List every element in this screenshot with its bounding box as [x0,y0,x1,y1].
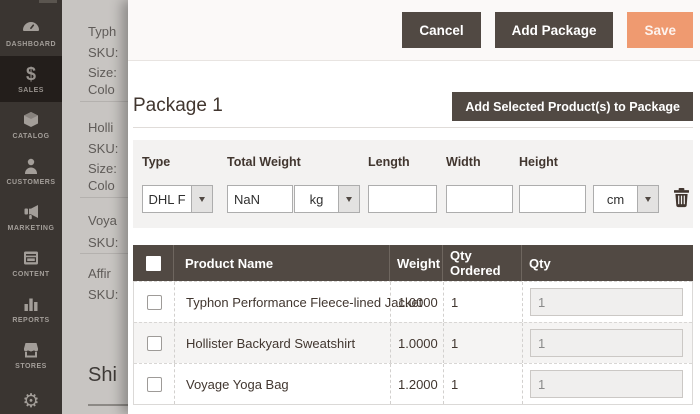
bg-sku-label: SKU: [88,45,119,60]
type-label: Type [142,155,171,169]
dimension-unit-select[interactable]: cm [593,185,659,213]
package-type-select[interactable]: DHL F [142,185,213,213]
sidebar-label: SALES [18,87,44,94]
content-icon [21,248,41,268]
product-name: Typhon Performance Fleece-lined Jacket [186,294,423,310]
table-row: Hollister Backyard Sweatshirt 1.0000 1 [134,322,692,363]
column-header-qty: Qty [521,245,693,281]
table-header-row: Product Name Weight Qty Ordered Qty [133,245,693,281]
total-weight-label: Total Weight [227,155,301,169]
section-divider [133,127,693,128]
table-row: Voyage Yoga Bag 1.2000 1 [134,363,692,404]
save-button[interactable]: Save [627,12,693,48]
package-dimensions-panel: Type Total Weight Length Width Height DH… [133,140,693,228]
screen: DASHBOARD $ SALES CATALOG CUSTOMERS MARK… [0,0,700,414]
sidebar-label: MARKETING [7,225,55,232]
bg-product-name: Affir [88,266,111,281]
bg-sku-label: SKU: [88,141,119,156]
width-label: Width [446,155,481,169]
qty-input[interactable] [530,329,683,357]
qty-ordered: 1 [451,376,459,392]
sidebar-item-sales[interactable]: $ SALES [0,56,62,102]
megaphone-icon [21,202,41,222]
dashboard-gauge-icon [21,18,41,38]
package-title-row: Package 1 Add Selected Product(s) to Pac… [133,92,693,121]
sidebar-label: CUSTOMERS [6,179,56,186]
column-header-weight: Weight [389,245,442,281]
chevron-down-icon [637,186,658,212]
width-input[interactable] [446,185,513,213]
delete-package-button[interactable] [673,188,690,208]
trash-icon [674,188,689,208]
bg-product-name: Typh [88,24,117,39]
add-package-button[interactable]: Add Package [494,12,614,48]
bg-shipping-heading: Shi [88,364,117,386]
magento-logo-edge [39,0,57,3]
sidebar-item-system[interactable]: ⚙ [0,378,62,414]
select-all-checkbox[interactable] [145,255,161,271]
dimension-unit-value: cm [606,191,625,207]
package-title: Package 1 [133,95,223,116]
package-products-table: Product Name Weight Qty Ordered Qty Typh… [133,245,693,405]
total-weight-input[interactable] [227,185,293,213]
product-weight: 1.0000 [398,335,438,351]
bg-sku-label: SKU: [88,287,119,302]
qty-input[interactable] [530,370,683,398]
sidebar-item-stores[interactable]: STORES [0,332,62,378]
dollar-icon: $ [25,64,36,84]
column-header-product-name: Product Name [173,245,389,281]
bar-chart-icon [21,294,41,314]
weight-unit-value: kg [309,191,324,207]
sidebar-label: DASHBOARD [6,41,56,48]
table-row: Typhon Performance Fleece-lined Jacket 1… [134,281,692,322]
product-name: Voyage Yoga Bag [186,376,289,392]
qty-input[interactable] [530,288,683,316]
cube-icon [21,110,41,130]
bg-size-label: Size: [88,161,117,176]
sidebar-label: REPORTS [12,317,50,324]
product-name: Hollister Backyard Sweatshirt [186,335,356,351]
sidebar-item-content[interactable]: CONTENT [0,240,62,286]
bg-colour-label: Colo [88,82,115,97]
column-header-qty-ordered: Qty Ordered [442,245,521,281]
modal-header: Cancel Add Package Save [128,0,700,61]
create-packages-modal: Cancel Add Package Save Package 1 Add Se… [128,0,700,414]
bg-size-label: Size: [88,65,117,80]
sidebar-label: CONTENT [12,271,50,278]
row-checkbox[interactable] [146,335,162,351]
row-checkbox[interactable] [146,294,162,310]
bg-product-name: Holli [88,120,114,135]
length-label: Length [368,155,410,169]
cancel-button[interactable]: Cancel [402,12,481,48]
sidebar-item-customers[interactable]: CUSTOMERS [0,148,62,194]
length-input[interactable] [368,185,437,213]
row-checkbox[interactable] [146,376,162,392]
bg-sku-label: SKU: [88,235,119,250]
chevron-down-icon [338,186,359,212]
bg-colour-label: Colo [88,178,115,193]
height-label: Height [519,155,558,169]
height-input[interactable] [519,185,586,213]
sidebar-item-reports[interactable]: REPORTS [0,286,62,332]
sidebar-item-dashboard[interactable]: DASHBOARD [0,10,62,56]
chevron-down-icon [191,186,212,212]
sidebar-label: STORES [15,363,47,370]
sidebar-item-marketing[interactable]: MARKETING [0,194,62,240]
product-weight: 1.2000 [398,376,438,392]
add-selected-products-button[interactable]: Add Selected Product(s) to Package [452,92,693,121]
storefront-icon [21,340,41,360]
sidebar-item-catalog[interactable]: CATALOG [0,102,62,148]
qty-ordered: 1 [451,335,459,351]
product-weight: 1.0000 [398,294,438,310]
package-type-value: DHL F [148,191,186,207]
admin-sidebar: DASHBOARD $ SALES CATALOG CUSTOMERS MARK… [0,0,62,414]
sidebar-label: CATALOG [12,133,50,140]
bg-product-name: Voya [88,213,117,228]
person-icon [21,156,41,176]
weight-unit-select[interactable]: kg [294,185,360,213]
qty-ordered: 1 [451,294,459,310]
gear-icon: ⚙ [22,389,40,412]
